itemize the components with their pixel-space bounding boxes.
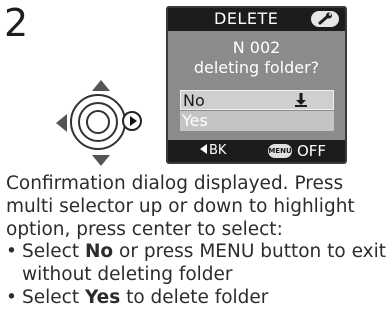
- multi-selector-icon: [56, 80, 142, 166]
- selector-center-button: [86, 110, 110, 134]
- back-label: BK: [200, 143, 226, 158]
- arrow-up-icon: [92, 80, 110, 91]
- screen-title: DELETE: [214, 9, 279, 28]
- off-label: OFF: [297, 142, 327, 160]
- step-number: 2: [4, 1, 29, 45]
- wrench-icon: [311, 11, 339, 27]
- arrow-right-pressed-icon: [122, 111, 142, 131]
- arrow-left-icon: [56, 114, 67, 132]
- camera-lcd-screen: DELETE N 002 deleting folder? No Yes BK …: [166, 6, 347, 164]
- confirm-question: deleting folder?: [193, 58, 320, 77]
- arrow-down-icon: [92, 155, 110, 166]
- screen-footer: BK MENU OFF: [168, 140, 345, 162]
- hand-pointer-icon: [293, 92, 309, 108]
- option-no-label: No: [183, 91, 205, 110]
- folder-name: N 002: [232, 38, 281, 57]
- screen-header: DELETE: [168, 8, 345, 31]
- bullet-yes: Select Yes to delete folder: [6, 286, 389, 309]
- instruction-text: Confirmation dialog displayed. Press mul…: [6, 173, 355, 240]
- option-yes[interactable]: Yes: [180, 111, 334, 131]
- bullet-no: Select No or press MENU button to exit w…: [6, 240, 389, 286]
- menu-button-icon: MENU: [268, 144, 292, 158]
- option-no[interactable]: No: [180, 90, 334, 110]
- option-bullets: Select No or press MENU button to exit w…: [6, 240, 389, 309]
- option-yes-label: Yes: [182, 111, 208, 130]
